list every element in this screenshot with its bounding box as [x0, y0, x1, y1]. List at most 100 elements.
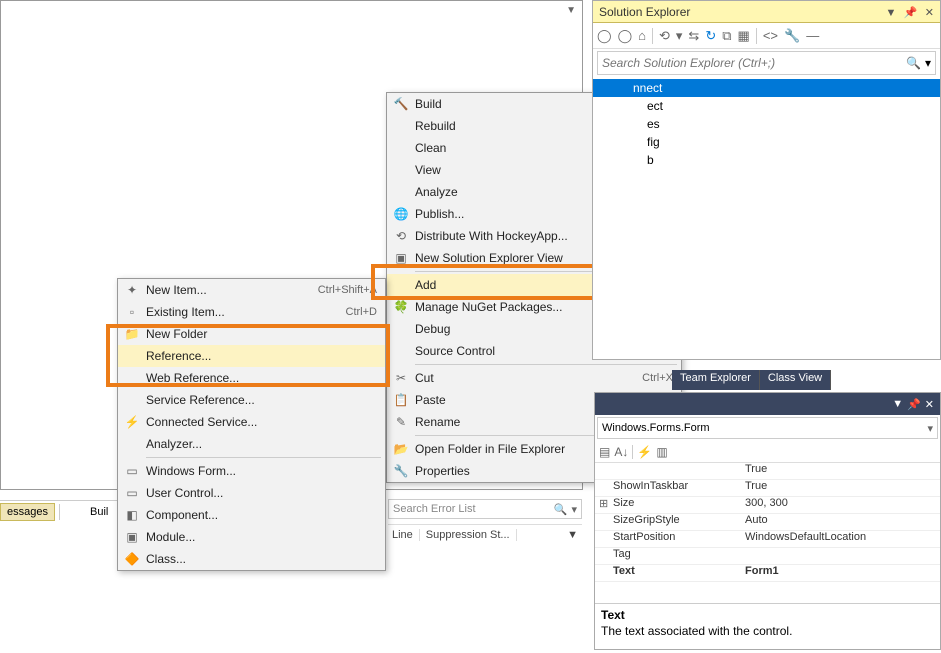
- menu-item-cut[interactable]: ✂CutCtrl+X: [387, 367, 681, 389]
- tree-item[interactable]: fig: [593, 133, 940, 151]
- tab-team-explorer[interactable]: Team Explorer: [672, 370, 760, 390]
- separator: [756, 28, 757, 44]
- menu-label: Existing Item...: [146, 305, 346, 319]
- tab-class-view[interactable]: Class View: [760, 370, 831, 390]
- menu-item-class-[interactable]: 🔶Class...: [118, 548, 385, 570]
- menu-item-web-reference-[interactable]: Web Reference...: [118, 367, 385, 389]
- panel-title: Solution Explorer: [599, 5, 882, 19]
- menu-icon: 📁: [118, 327, 146, 341]
- properties-object-combo[interactable]: Windows.Forms.Form ▾: [597, 417, 938, 439]
- tree-item[interactable]: b: [593, 151, 940, 169]
- combo-text: Windows.Forms.Form: [602, 422, 710, 434]
- property-name: StartPosition: [595, 531, 745, 547]
- menu-icon: ▣: [387, 251, 415, 265]
- property-value[interactable]: WindowsDefaultLocation: [745, 531, 940, 547]
- menu-separator: [415, 364, 677, 365]
- swap-icon[interactable]: ⇆: [688, 28, 699, 44]
- menu-item-user-control-[interactable]: ▭User Control...: [118, 482, 385, 504]
- solution-tree: nnectectesfigb: [593, 77, 940, 171]
- show-all-icon[interactable]: ▦: [738, 28, 750, 44]
- add-submenu: ✦New Item...Ctrl+Shift+A▫Existing Item..…: [117, 278, 386, 571]
- dropdown-icon[interactable]: ▼: [892, 398, 903, 410]
- properties-panel: ▼ 📌 ✕ Windows.Forms.Form ▾ ▤ A↓ ⚡ ▥ True…: [594, 392, 941, 650]
- dropdown-icon[interactable]: ▼: [886, 7, 897, 19]
- alphabetical-icon[interactable]: A↓: [614, 445, 628, 459]
- dropdown-icon[interactable]: ▾: [925, 56, 931, 70]
- menu-icon: 📋: [387, 393, 415, 407]
- col-suppression[interactable]: Suppression St...: [426, 529, 517, 541]
- tree-item[interactable]: ect: [593, 97, 940, 115]
- sync-icon[interactable]: ⟲: [659, 28, 670, 44]
- refresh-icon[interactable]: ↻: [705, 28, 716, 44]
- property-row[interactable]: Size300, 300: [595, 497, 940, 514]
- menu-icon: 📂: [387, 442, 415, 456]
- menu-icon: ◧: [118, 508, 146, 522]
- menu-icon: 🔧: [387, 464, 415, 478]
- col-line[interactable]: Line: [392, 529, 420, 541]
- property-value[interactable]: True: [745, 463, 940, 479]
- property-row[interactable]: StartPositionWindowsDefaultLocation: [595, 531, 940, 548]
- tree-item[interactable]: es: [593, 115, 940, 133]
- properties-icon[interactable]: 🔧: [784, 28, 800, 44]
- back-icon[interactable]: ◯: [597, 28, 612, 44]
- pin-icon[interactable]: 📌: [904, 7, 918, 19]
- menu-item-new-folder[interactable]: 📁New Folder: [118, 323, 385, 345]
- menu-item-connected-service-[interactable]: ⚡Connected Service...: [118, 411, 385, 433]
- code-icon[interactable]: <>: [763, 28, 778, 43]
- editor-dropdown-icon[interactable]: ▼: [566, 5, 576, 16]
- property-value[interactable]: Auto: [745, 514, 940, 530]
- property-value[interactable]: True: [745, 480, 940, 496]
- menu-label: User Control...: [146, 486, 377, 500]
- menu-icon: ✦: [118, 283, 146, 297]
- menu-icon: 🔶: [118, 552, 146, 566]
- pending-icon[interactable]: ▾: [676, 28, 683, 44]
- filter-icon[interactable]: ▼: [567, 529, 578, 541]
- menu-icon: ✎: [387, 415, 415, 429]
- categorized-icon[interactable]: ▤: [599, 445, 610, 459]
- property-pages-icon[interactable]: ▥: [656, 445, 667, 459]
- property-row[interactable]: SizeGripStyleAuto: [595, 514, 940, 531]
- tree-item[interactable]: nnect: [593, 79, 940, 97]
- property-row[interactable]: Tag: [595, 548, 940, 565]
- solution-search[interactable]: 🔍 ▾: [597, 51, 936, 75]
- property-row[interactable]: True: [595, 463, 940, 480]
- preview-icon[interactable]: —: [806, 28, 819, 43]
- property-description: Text The text associated with the contro…: [595, 603, 940, 649]
- menu-label: Module...: [146, 530, 377, 544]
- property-row[interactable]: TextForm1: [595, 565, 940, 582]
- desc-text: The text associated with the control.: [601, 624, 934, 638]
- property-name: ShowInTaskbar: [595, 480, 745, 496]
- menu-item-new-item-[interactable]: ✦New Item...Ctrl+Shift+A: [118, 279, 385, 301]
- error-list-search[interactable]: Search Error List 🔍 ▾: [388, 499, 582, 519]
- separator: [632, 445, 633, 459]
- solution-explorer-toolbar: ◯ ◯ ⌂ ⟲ ▾ ⇆ ↻ ⧉ ▦ <> 🔧 —: [593, 23, 940, 49]
- home-icon[interactable]: ⌂: [638, 28, 646, 43]
- menu-label: Component...: [146, 508, 377, 522]
- property-value[interactable]: [745, 548, 940, 564]
- fwd-icon[interactable]: ◯: [618, 28, 633, 44]
- menu-label: Cut: [415, 371, 642, 385]
- separator: [652, 28, 653, 44]
- collapse-icon[interactable]: ⧉: [722, 28, 731, 44]
- menu-label: Connected Service...: [146, 415, 377, 429]
- property-value[interactable]: Form1: [745, 565, 940, 581]
- menu-item-service-reference-[interactable]: Service Reference...: [118, 389, 385, 411]
- menu-item-existing-item-[interactable]: ▫Existing Item...Ctrl+D: [118, 301, 385, 323]
- property-value[interactable]: 300, 300: [745, 497, 940, 513]
- build-button[interactable]: Buil: [86, 504, 112, 520]
- pin-icon[interactable]: 📌: [907, 398, 921, 411]
- dropdown-icon[interactable]: ▾: [571, 503, 577, 516]
- menu-item-reference-[interactable]: Reference...: [118, 345, 385, 367]
- close-icon[interactable]: ✕: [925, 7, 934, 19]
- menu-item-module-[interactable]: ▣Module...: [118, 526, 385, 548]
- menu-item-component-[interactable]: ◧Component...: [118, 504, 385, 526]
- search-icon[interactable]: 🔍: [554, 503, 568, 516]
- menu-item-analyzer-[interactable]: Analyzer...: [118, 433, 385, 455]
- messages-button[interactable]: essages: [0, 503, 55, 521]
- solution-search-input[interactable]: [602, 56, 906, 70]
- search-icon[interactable]: 🔍: [906, 56, 921, 70]
- property-row[interactable]: ShowInTaskbarTrue: [595, 480, 940, 497]
- close-icon[interactable]: ✕: [925, 398, 934, 411]
- menu-item-windows-form-[interactable]: ▭Windows Form...: [118, 460, 385, 482]
- events-icon[interactable]: ⚡: [637, 445, 652, 459]
